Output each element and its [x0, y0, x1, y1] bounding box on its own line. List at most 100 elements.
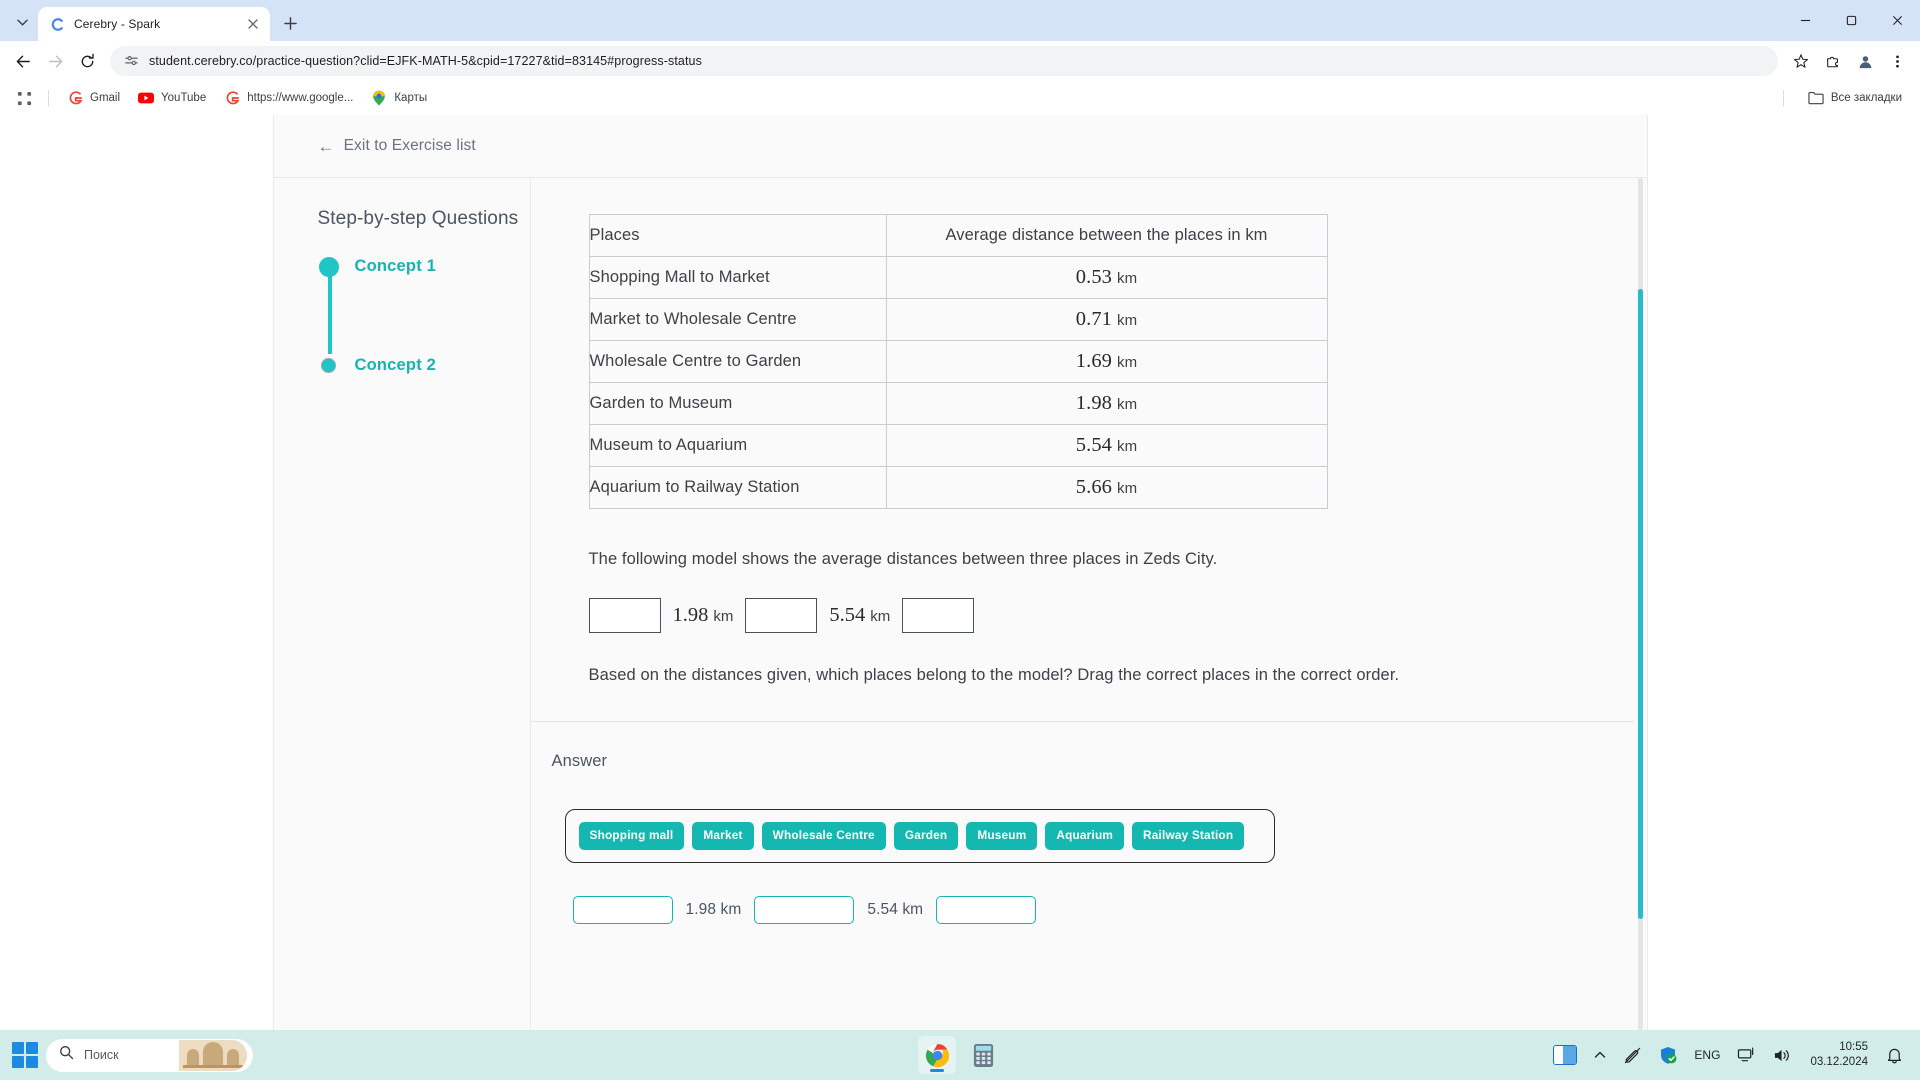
step-dot-wrap — [318, 358, 340, 374]
page-wrapper: ← Exit to Exercise list Step-by-step Que… — [0, 115, 1920, 1030]
bookmark-google[interactable]: https://www.google... — [216, 85, 361, 111]
scrollbar-thumb[interactable] — [1637, 288, 1643, 920]
network-icon[interactable] — [1730, 1036, 1763, 1074]
draggable-chip[interactable]: Railway Station — [1132, 822, 1245, 850]
start-quadrant — [26, 1042, 38, 1054]
all-bookmarks-button[interactable]: Все закладки — [1800, 85, 1910, 111]
exit-link-label: Exit to Exercise list — [343, 137, 476, 154]
chrome-taskbar-icon[interactable] — [918, 1036, 956, 1074]
sidebar-step-list: Concept 1 Concept 2 — [318, 254, 530, 379]
site-settings-icon[interactable] — [123, 53, 139, 69]
table-cell-places: Museum to Aquarium — [588, 424, 887, 467]
distance-unit: km — [1117, 396, 1138, 413]
model-placeholder-box-2[interactable] — [745, 597, 818, 633]
question-inner: Places Average distance between the plac… — [531, 178, 1647, 687]
browser-tab[interactable]: Cerebry - Spark — [38, 7, 270, 41]
model-placeholder-box-3[interactable] — [902, 597, 975, 633]
table-body: Shopping Mall to Market 0.53 km Market to… — [588, 256, 1328, 509]
apps-grid-icon[interactable] — [10, 84, 38, 112]
table-row: Shopping Mall to Market 0.53 km — [588, 256, 1328, 299]
bookmark-star-icon[interactable] — [1786, 46, 1816, 76]
sidebar-item-label: Concept 2 — [354, 356, 437, 375]
model-gap-1: 1.98 km — [661, 604, 746, 627]
calculator-taskbar-icon[interactable] — [964, 1036, 1002, 1074]
maximize-button[interactable] — [1828, 0, 1874, 41]
question-content: Places Average distance between the plac… — [530, 178, 1647, 1030]
distance-unit: km — [1117, 270, 1138, 287]
widgets-left-pane — [1554, 1046, 1564, 1064]
model-placeholder-box-1[interactable] — [588, 597, 661, 633]
table-cell-distance: 1.98 km — [885, 382, 1328, 425]
table-header-distance: Average distance between the places in k… — [885, 214, 1328, 257]
reload-button[interactable] — [72, 46, 102, 76]
bookmarks-bar: Gmail YouTube https://www.google... Карт… — [0, 81, 1920, 115]
address-bar[interactable]: student.cerebry.co/practice-question?cli… — [110, 46, 1778, 76]
new-tab-button[interactable] — [276, 9, 304, 37]
security-shield-icon[interactable] — [1652, 1036, 1684, 1074]
bookmark-label: https://www.google... — [247, 92, 354, 104]
bookmark-maps[interactable]: Карты — [363, 85, 435, 111]
content-scrollbar[interactable] — [1633, 178, 1647, 1030]
system-tray: ENG 10:55 03.12.2024 — [1546, 1036, 1910, 1074]
step-dot-wrap — [318, 256, 340, 277]
draggable-chip[interactable]: Market — [692, 822, 754, 850]
sidebar-item-label: Concept 1 — [354, 257, 437, 276]
forward-button[interactable] — [40, 46, 70, 76]
table-cell-distance: 5.66 km — [885, 466, 1328, 509]
draggable-chips-container: Shopping mall Market Wholesale Centre Ga… — [564, 809, 1275, 863]
search-icon — [59, 1045, 74, 1065]
language-indicator[interactable]: ENG — [1687, 1036, 1727, 1074]
tray-overflow-chevron-icon[interactable] — [1587, 1036, 1613, 1074]
start-button[interactable] — [12, 1042, 38, 1068]
clock-time: 10:55 — [1839, 1040, 1868, 1053]
distance-value: 0.71 — [1075, 308, 1113, 330]
sidebar-item-concept-2[interactable]: Concept 2 — [318, 353, 530, 379]
distance-value: 5.66 — [1075, 476, 1113, 498]
widgets-right-pane — [1563, 1046, 1577, 1064]
volume-icon[interactable] — [1766, 1036, 1799, 1074]
draggable-chip[interactable]: Wholesale Centre — [761, 822, 886, 850]
notifications-bell-icon[interactable] — [1879, 1036, 1910, 1074]
answer-drop-zone-1[interactable] — [572, 895, 673, 924]
table-row: Museum to Aquarium 5.54 km — [588, 424, 1328, 467]
table-cell-distance: 5.54 km — [885, 424, 1328, 467]
table-row: Market to Wholesale Centre 0.71 km — [588, 298, 1328, 341]
draggable-chip[interactable]: Shopping mall — [578, 822, 685, 850]
draggable-chip[interactable]: Garden — [893, 822, 959, 850]
widgets-icon[interactable] — [1546, 1036, 1584, 1074]
draggable-chip[interactable]: Aquarium — [1045, 822, 1125, 850]
close-window-button[interactable] — [1874, 0, 1920, 41]
clock[interactable]: 10:55 03.12.2024 — [1802, 1040, 1876, 1070]
table-row: Aquarium to Railway Station 5.66 km — [588, 466, 1328, 509]
chrome-menu-icon[interactable] — [1882, 46, 1912, 76]
table-row: Wholesale Centre to Garden 1.69 km — [588, 340, 1328, 383]
maps-pin-icon — [371, 90, 387, 106]
minimize-button[interactable] — [1782, 0, 1828, 41]
tab-search-chevron-icon[interactable] — [8, 8, 36, 36]
all-bookmarks-label: Все закладки — [1830, 92, 1902, 104]
exit-to-exercise-list-link[interactable]: ← Exit to Exercise list — [318, 137, 476, 155]
profile-icon[interactable] — [1850, 46, 1880, 76]
bookmarks-divider — [48, 90, 49, 106]
answer-drop-zone-2[interactable] — [754, 895, 855, 924]
draggable-chip[interactable]: Museum — [966, 822, 1038, 850]
bookmark-gmail[interactable]: Gmail — [59, 85, 128, 111]
tab-close-icon[interactable] — [244, 15, 262, 33]
answer-drop-zone-3[interactable] — [936, 895, 1037, 924]
tab-strip: Cerebry - Spark — [0, 0, 1920, 41]
active-app-indicator — [930, 1069, 944, 1072]
back-arrow-icon: ← — [317, 136, 335, 156]
sidebar-item-concept-1[interactable]: Concept 1 — [318, 254, 530, 280]
cerebry-logo-icon — [49, 16, 66, 33]
back-button[interactable] — [8, 46, 38, 76]
bookmark-youtube[interactable]: YouTube — [130, 85, 214, 111]
taskbar-search-box[interactable]: Поиск — [46, 1038, 253, 1072]
browser-toolbar: student.cerebry.co/practice-question?cli… — [0, 41, 1920, 81]
table-header-places: Places — [588, 214, 887, 257]
distance-unit: km — [1117, 354, 1138, 371]
toolbar-right-actions — [1786, 46, 1912, 76]
extensions-icon[interactable] — [1818, 46, 1848, 76]
distance-unit: km — [1117, 480, 1138, 497]
pen-off-icon[interactable] — [1616, 1036, 1649, 1074]
answer-title: Answer — [551, 752, 608, 770]
